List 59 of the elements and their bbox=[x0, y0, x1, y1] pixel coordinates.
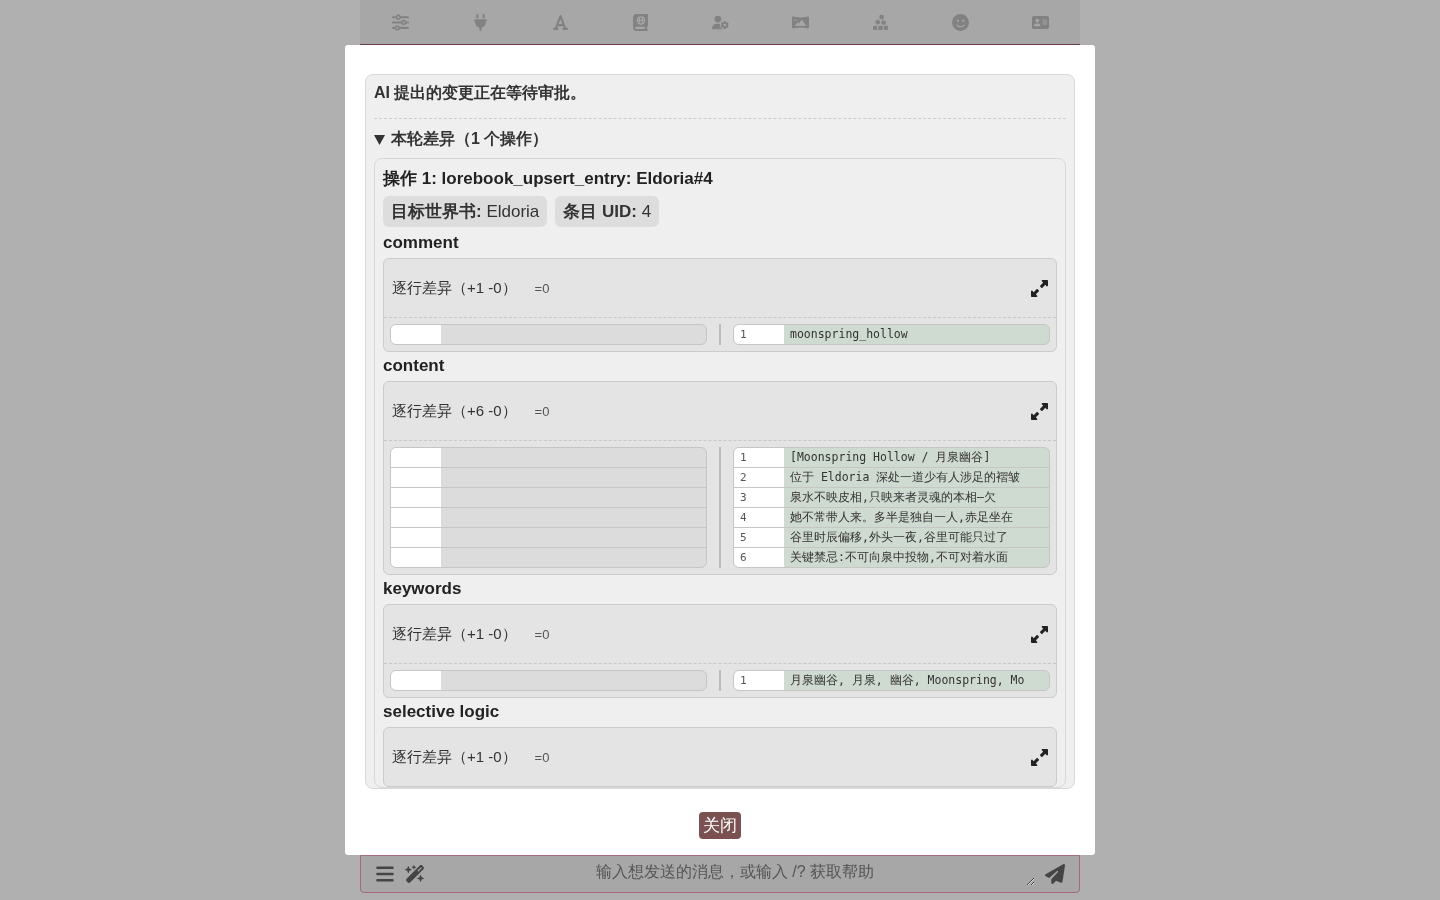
notice-text: AI 提出的变更正在等待审批。 bbox=[374, 83, 1066, 119]
expand-icon[interactable] bbox=[1031, 625, 1048, 643]
line-number-cell bbox=[391, 488, 441, 507]
diff-summary: 逐行差异（+1 -0） bbox=[392, 278, 517, 298]
line-number: 1 bbox=[734, 671, 784, 690]
smile-icon[interactable] bbox=[951, 13, 969, 31]
added-line: 位于 Eldoria 深处一道少有人涉足的褶皱 bbox=[789, 469, 1021, 486]
unchanged-count: =0 bbox=[534, 626, 551, 642]
globe-book-icon[interactable] bbox=[631, 13, 649, 31]
expand-icon[interactable] bbox=[1031, 279, 1048, 297]
magic-wand-icon[interactable] bbox=[405, 864, 425, 884]
added-line: 关键禁忌:不可向泉中投物,不可对着水面 bbox=[789, 549, 1008, 566]
line-number-cell bbox=[391, 548, 441, 567]
line-number: 4 bbox=[734, 508, 784, 527]
line-number-cell bbox=[391, 528, 441, 547]
added-line: 她不常带人来。多半是独自一人,赤足坐在 bbox=[789, 509, 1013, 526]
line-number: 6 bbox=[734, 548, 784, 567]
unchanged-count: =0 bbox=[534, 749, 551, 765]
id-card-icon[interactable] bbox=[1031, 13, 1049, 31]
line-number-cell bbox=[391, 325, 441, 344]
cubes-icon[interactable] bbox=[871, 13, 889, 31]
line-number: 2 bbox=[734, 468, 784, 487]
disclosure-triangle-icon bbox=[374, 134, 385, 145]
added-line: 泉水不映皮相,只映来者灵魂的本相—欠 bbox=[789, 489, 996, 506]
font-icon[interactable] bbox=[551, 13, 569, 31]
line-number: 1 bbox=[734, 448, 784, 467]
info-tag: 目标世界书: Eldoria bbox=[383, 196, 548, 227]
diff-summary: 逐行差异（+6 -0） bbox=[392, 401, 517, 421]
message-input-field[interactable]: 输入想发送的消息，或输入 /? 获取帮助 bbox=[360, 855, 1080, 893]
added-line: [Moonspring Hollow / 月泉幽谷] bbox=[789, 449, 991, 466]
added-line: 谷里时辰偏移,外头一夜,谷里可能只过了 bbox=[789, 529, 1008, 546]
menu-icon[interactable] bbox=[375, 864, 395, 884]
info-tag: 条目 UID: 4 bbox=[555, 196, 660, 227]
field-name: content bbox=[383, 356, 446, 376]
field-name: comment bbox=[383, 233, 460, 253]
unchanged-count: =0 bbox=[534, 403, 551, 419]
line-number-cell bbox=[391, 508, 441, 527]
diff-summary: 逐行差异（+1 -0） bbox=[392, 747, 517, 767]
line-number: 1 bbox=[734, 325, 784, 344]
user-gear-icon[interactable] bbox=[711, 13, 729, 31]
field-name: selective logic bbox=[383, 702, 501, 722]
line-number-cell bbox=[391, 468, 441, 487]
sliders-icon[interactable] bbox=[391, 13, 409, 31]
diff-summary: 逐行差异（+1 -0） bbox=[392, 624, 517, 644]
expand-icon[interactable] bbox=[1031, 402, 1048, 420]
added-line: moonspring_hollow bbox=[789, 326, 908, 343]
line-number-cell bbox=[391, 448, 441, 467]
close-button[interactable]: 关闭 bbox=[699, 811, 741, 839]
unchanged-count: =0 bbox=[534, 280, 551, 296]
added-line: 月泉幽谷, 月泉, 幽谷, Moonspring, Mo bbox=[789, 672, 1025, 689]
diff-toggle[interactable]: 本轮差异（1 个操作） bbox=[374, 129, 549, 150]
operation-title: 操作 1: lorebook_upsert_entry: Eldoria#4 bbox=[383, 168, 714, 190]
plug-icon[interactable] bbox=[471, 13, 489, 31]
line-number-cell bbox=[391, 671, 441, 690]
line-number: 3 bbox=[734, 488, 784, 507]
line-number: 5 bbox=[734, 528, 784, 547]
send-icon[interactable] bbox=[1045, 864, 1065, 884]
expand-icon[interactable] bbox=[1031, 748, 1048, 766]
field-name: keywords bbox=[383, 579, 463, 599]
